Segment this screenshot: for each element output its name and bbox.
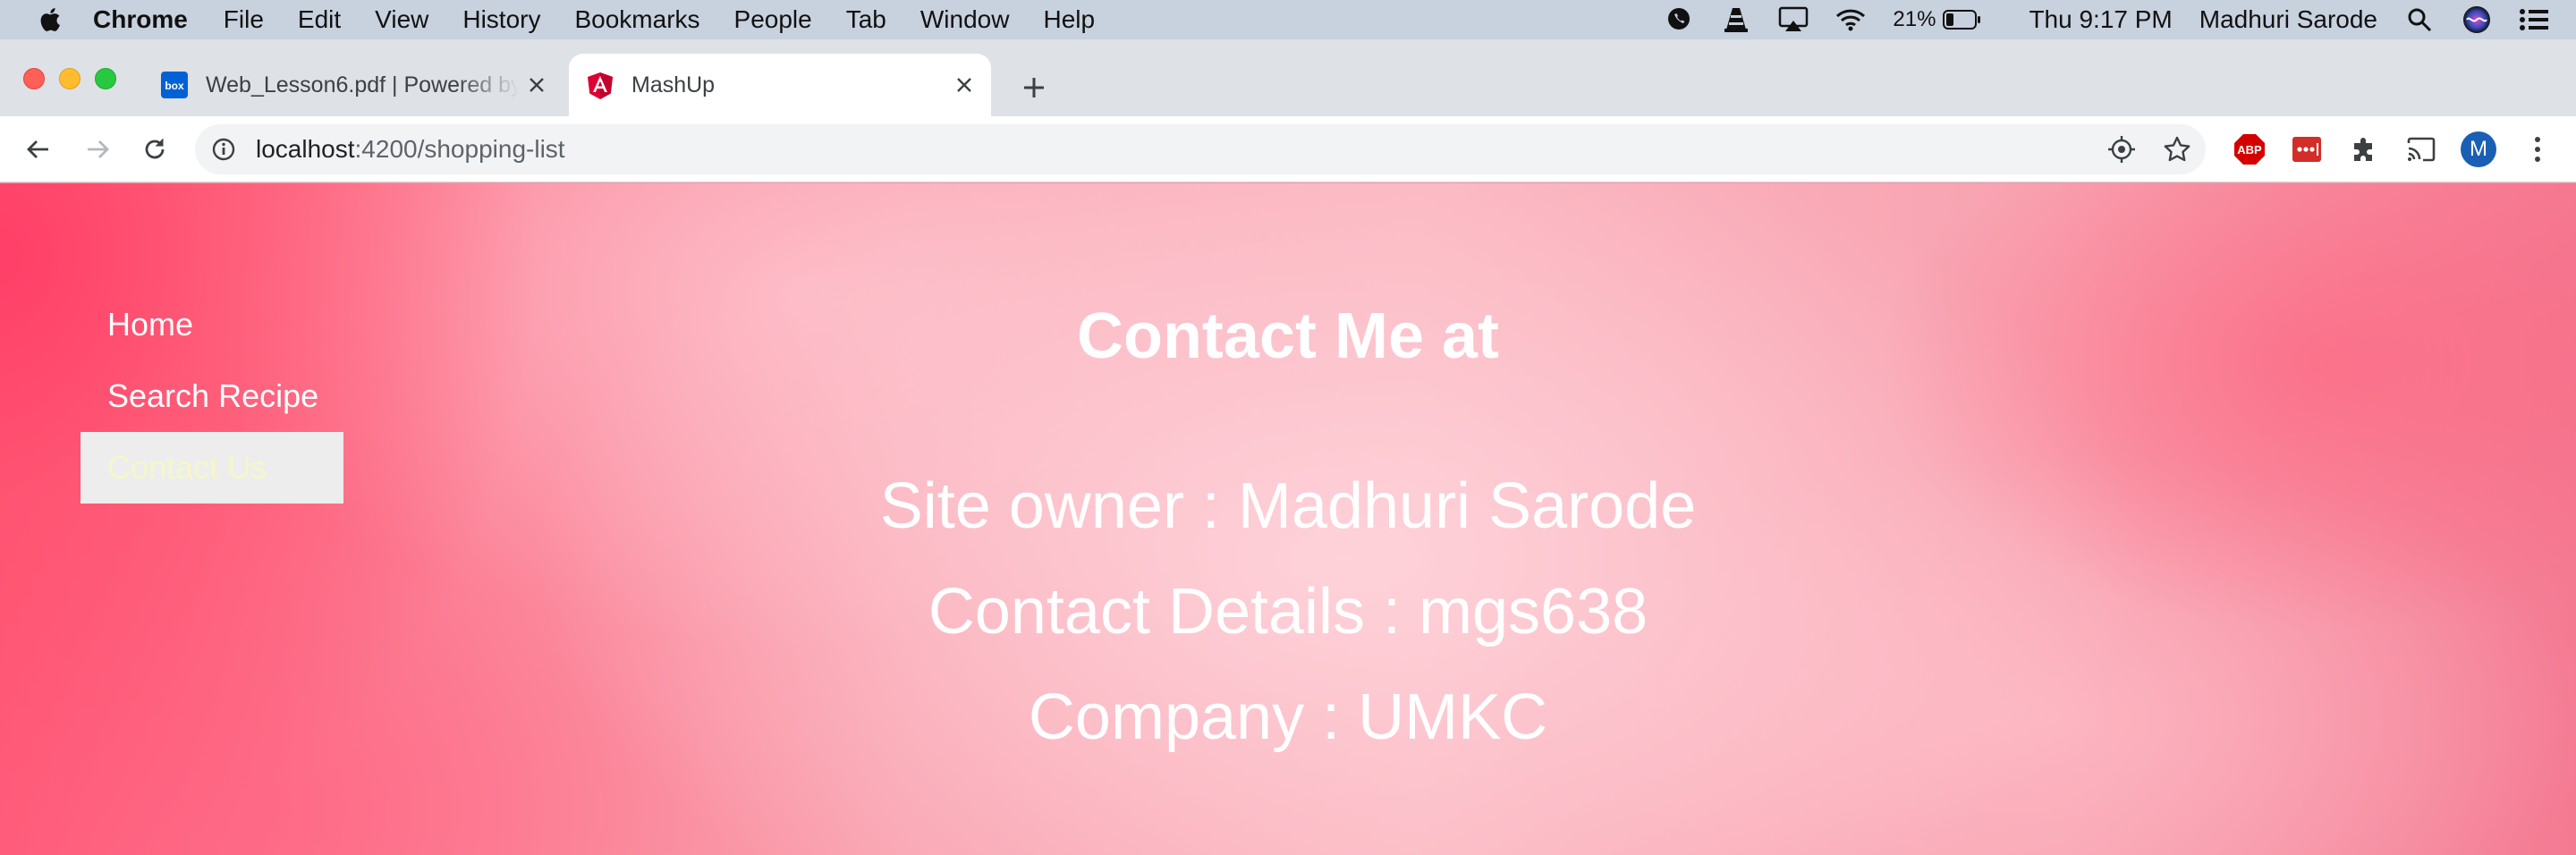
vlc-cone-icon[interactable] (1721, 4, 1751, 35)
profile-avatar[interactable]: M (2458, 129, 2499, 170)
battery-percent: 21% (1893, 7, 1936, 31)
angular-icon (587, 72, 614, 99)
siri-icon[interactable] (2462, 4, 2492, 35)
menubar-status-area: 21% Thu 9:17 PM Madhuri Sarode (1664, 0, 2576, 39)
menu-edit[interactable]: Edit (298, 5, 341, 34)
url-host: localhost (256, 135, 355, 163)
svg-text:box: box (165, 80, 184, 92)
viber-icon[interactable] (1664, 4, 1694, 35)
forward-arrow-icon[interactable] (77, 129, 118, 170)
close-tab-icon[interactable] (946, 67, 982, 103)
box-icon: box (161, 72, 188, 98)
site-owner-line: Site owner : Madhuri Sarode (879, 470, 1697, 542)
wifi-icon[interactable] (1835, 4, 1866, 35)
address-bar[interactable]: localhost:4200/shopping-list (195, 124, 2206, 174)
tab-web-lesson-pdf[interactable]: box Web_Lesson6.pdf | Powered by Box (143, 54, 564, 116)
window-zoom-button[interactable] (95, 68, 116, 89)
bookmark-star-icon[interactable] (2161, 133, 2193, 165)
menu-people[interactable]: People (734, 5, 812, 34)
url-path: :4200/shopping-list (354, 135, 565, 163)
contact-heading: Contact Me at (1076, 301, 1500, 372)
close-tab-icon[interactable] (519, 67, 555, 103)
site-info-icon[interactable] (208, 133, 240, 165)
tab-title: Web_Lesson6.pdf | Powered by Box (206, 72, 519, 97)
menu-history[interactable]: History (462, 5, 540, 34)
chrome-menu-kebab-icon[interactable] (2517, 129, 2558, 170)
web-page-content: Home Search Recipe Contact Us Contact Me… (0, 183, 2576, 855)
menu-view[interactable]: View (375, 5, 428, 34)
profile-initial: M (2470, 137, 2487, 161)
spotlight-search-icon[interactable] (2404, 4, 2435, 35)
location-target-icon[interactable] (2106, 133, 2138, 165)
clock[interactable]: Thu 9:17 PM (2029, 5, 2172, 34)
airplay-icon[interactable] (1778, 4, 1809, 35)
menu-app-name[interactable]: Chrome (93, 5, 188, 34)
menu-help[interactable]: Help (1043, 5, 1095, 34)
menu-tab[interactable]: Tab (846, 5, 886, 34)
extensions-puzzle-icon[interactable] (2343, 129, 2385, 170)
notification-center-icon[interactable] (2519, 4, 2549, 35)
menu-bookmarks[interactable]: Bookmarks (574, 5, 699, 34)
window-minimize-button[interactable] (59, 68, 80, 89)
tab-title: MashUp (631, 72, 716, 97)
menu-window[interactable]: Window (920, 5, 1010, 34)
contact-details-line: Contact Details : mgs638 (928, 576, 1648, 648)
browser-tab-strip: box Web_Lesson6.pdf | Powered by Box Mas… (0, 39, 2576, 116)
window-close-button[interactable] (23, 68, 45, 89)
cast-icon[interactable] (2401, 129, 2442, 170)
browser-toolbar: localhost:4200/shopping-list ABP M (0, 116, 2576, 182)
macos-menu-bar: Chrome File Edit View History Bookmarks … (0, 0, 2576, 39)
svg-text:ABP: ABP (2237, 143, 2262, 157)
back-arrow-icon[interactable] (18, 129, 59, 170)
new-tab-plus-icon[interactable] (1016, 70, 1052, 106)
tab-mashup[interactable]: MashUp (569, 54, 991, 116)
apple-logo-icon[interactable] (38, 5, 63, 34)
adblock-plus-icon[interactable]: ABP (2229, 129, 2270, 170)
menu-file[interactable]: File (224, 5, 264, 34)
battery-icon[interactable] (1943, 4, 1982, 35)
user-name[interactable]: Madhuri Sarode (2199, 5, 2377, 34)
reload-icon[interactable] (134, 129, 175, 170)
lastpass-icon[interactable] (2286, 129, 2327, 170)
company-line: Company : UMKC (1028, 681, 1548, 753)
